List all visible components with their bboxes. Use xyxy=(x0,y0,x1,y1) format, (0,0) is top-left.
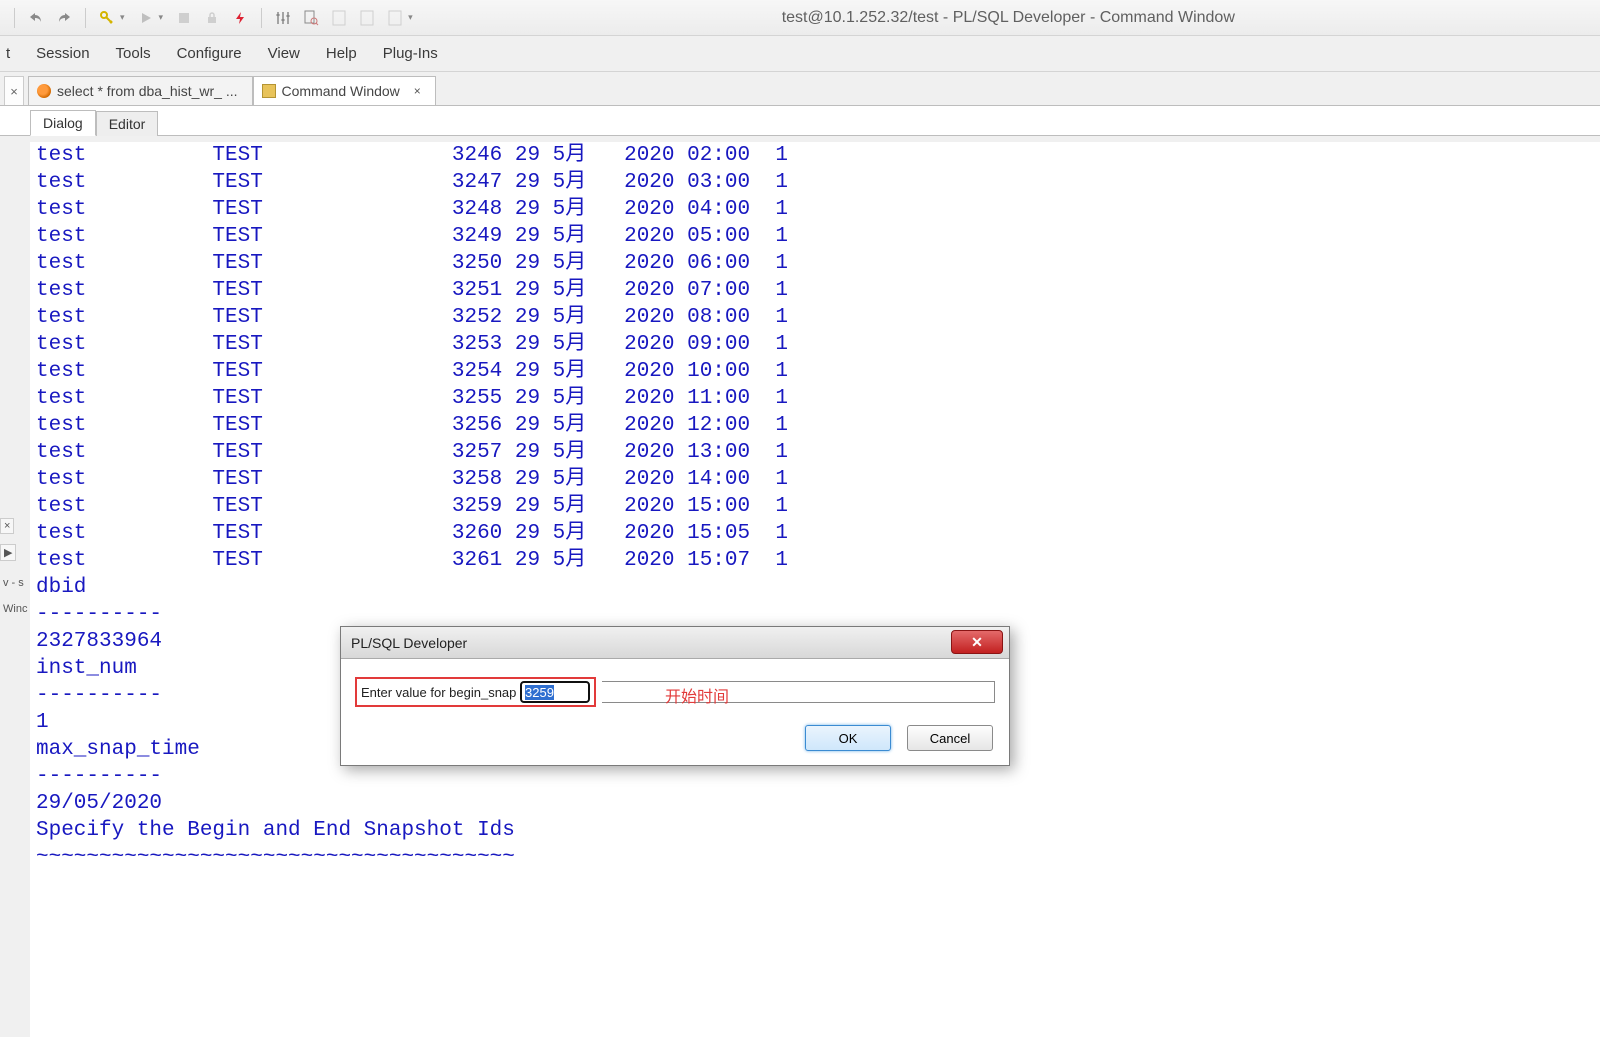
doc-a-icon[interactable] xyxy=(328,7,350,29)
tab-label: Command Window xyxy=(282,83,400,99)
input-extend[interactable] xyxy=(602,681,995,703)
annotated-field: Enter value for begin_snap xyxy=(355,677,596,707)
menu-configure[interactable]: Configure xyxy=(177,45,242,62)
command-window-icon xyxy=(262,84,276,98)
gutter-winc: Winc xyxy=(0,602,30,616)
title-bar: ▾ ▾ ▾ test@10.1.252.32/test - PL/SQL Dev… xyxy=(0,0,1600,36)
begin-snap-input[interactable] xyxy=(520,681,590,703)
toolbar: ▾ ▾ ▾ xyxy=(10,7,417,29)
menu-t[interactable]: t xyxy=(6,45,10,62)
dialog-titlebar[interactable]: PL/SQL Developer ✕ xyxy=(341,627,1009,659)
menu-plugins[interactable]: Plug-Ins xyxy=(383,45,438,62)
tab-sql-query[interactable]: select * from dba_hist_wr_ ... xyxy=(28,76,253,105)
inner-tab-editor[interactable]: Editor xyxy=(96,111,159,136)
dialog-title-text: PL/SQL Developer xyxy=(351,635,467,651)
inner-tabstrip: Dialog Editor xyxy=(0,106,1600,136)
doc-b-icon[interactable] xyxy=(356,7,378,29)
redo-icon[interactable] xyxy=(53,7,75,29)
close-panel-button[interactable]: × xyxy=(4,76,24,105)
ok-button[interactable]: OK xyxy=(805,725,891,751)
lock-icon[interactable] xyxy=(201,7,223,29)
menu-bar: t Session Tools Configure View Help Plug… xyxy=(0,36,1600,72)
annotation-text: 开始时间 xyxy=(665,683,729,707)
toolbar-separator xyxy=(261,8,262,28)
tab-command-window[interactable]: Command Window × xyxy=(253,76,436,105)
cancel-button[interactable]: Cancel xyxy=(907,725,993,751)
menu-help[interactable]: Help xyxy=(326,45,357,62)
close-icon[interactable]: ✕ xyxy=(951,630,1003,654)
gutter-nav[interactable]: ▶ xyxy=(0,544,16,561)
doc-search-icon[interactable] xyxy=(300,7,322,29)
dialog-body: Enter value for begin_snap 开始时间 xyxy=(341,659,1009,715)
document-tabstrip: × select * from dba_hist_wr_ ... Command… xyxy=(0,72,1600,106)
menu-tools[interactable]: Tools xyxy=(116,45,151,62)
menu-session[interactable]: Session xyxy=(36,45,89,62)
left-gutter: × ▶ v - s Winc xyxy=(0,72,30,1037)
play-icon[interactable] xyxy=(135,7,157,29)
toolbar-separator xyxy=(14,8,15,28)
window-title: test@10.1.252.32/test - PL/SQL Developer… xyxy=(417,9,1600,27)
tab-label: select * from dba_hist_wr_ ... xyxy=(57,83,238,99)
sql-icon xyxy=(37,84,51,98)
doc-c-icon[interactable] xyxy=(384,7,406,29)
brake-icon[interactable] xyxy=(173,7,195,29)
undo-icon[interactable] xyxy=(25,7,47,29)
sliders-icon[interactable] xyxy=(272,7,294,29)
gutter-close[interactable]: × xyxy=(0,518,14,534)
dialog-buttons: OK Cancel xyxy=(341,715,1009,765)
dropdown-icon[interactable]: ▾ xyxy=(159,12,164,23)
command-output[interactable]: test TEST 3246 29 5月 2020 02:00 1 test T… xyxy=(30,142,1600,1037)
inner-tab-dialog[interactable]: Dialog xyxy=(30,110,96,136)
toolbar-separator xyxy=(85,8,86,28)
gutter-vs: v - s xyxy=(0,576,27,590)
input-dialog: PL/SQL Developer ✕ Enter value for begin… xyxy=(340,626,1010,766)
bolt-icon[interactable] xyxy=(229,7,251,29)
dropdown-icon[interactable]: ▾ xyxy=(120,12,125,23)
close-icon[interactable]: × xyxy=(414,84,421,98)
dropdown-icon[interactable]: ▾ xyxy=(408,12,413,23)
menu-view[interactable]: View xyxy=(268,45,300,62)
key-icon[interactable] xyxy=(96,7,118,29)
prompt-label: Enter value for begin_snap xyxy=(361,685,516,700)
